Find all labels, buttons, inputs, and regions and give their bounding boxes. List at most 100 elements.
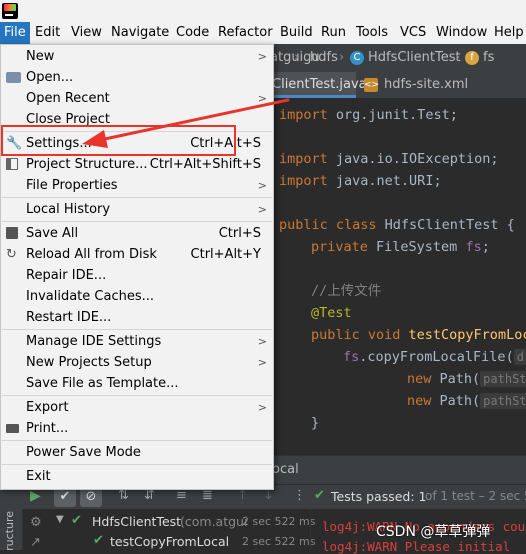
code-line: } [311, 415, 320, 431]
menu-vcs[interactable]: VCS [396, 22, 430, 44]
code-line: new Path(pathStr [407, 390, 526, 412]
run-panel: ructure ⚙ ↗ ▼ ✔ HdfsClientTest (com.atgu… [0, 509, 526, 554]
breadcrumb-separator-icon: › [339, 50, 345, 65]
submenu-arrow-icon: > [257, 179, 267, 192]
submenu-arrow-icon: > [257, 335, 267, 348]
code-annotation: @Test [311, 305, 352, 321]
show-passed-icon[interactable]: ✔ [54, 487, 76, 507]
breadcrumb-field[interactable]: fs [483, 50, 494, 65]
test-tree-child-time: 2 sec 522 ms [242, 535, 316, 548]
reload-icon: ↻ [6, 247, 17, 262]
pin-icon[interactable]: ⚙ [30, 515, 42, 530]
menu-item-reload[interactable]: ↻ Reload All from Disk Ctrl+Alt+Y [1, 244, 273, 265]
menu-item-new-projects-setup[interactable]: New Projects Setup > [1, 352, 273, 373]
menu-item-export[interactable]: Export > [1, 397, 273, 418]
class-icon: C [350, 51, 364, 65]
menu-item-repair-ide[interactable]: Repair IDE... [1, 265, 273, 286]
parameter-hint: d [513, 349, 526, 365]
show-ignored-icon[interactable]: ⊘ [80, 487, 102, 507]
submenu-arrow-icon: > [257, 356, 267, 369]
menu-item-print[interactable]: Print... [1, 418, 273, 439]
menu-bar: File Edit View Navigate Code Refactor Bu… [0, 22, 526, 45]
tab-run-local[interactable]: ocal [272, 462, 299, 477]
menu-item-manage-ide-settings[interactable]: Manage IDE Settings > [1, 331, 273, 352]
breadcrumb-hdfs[interactable]: hdfs [310, 50, 338, 65]
menu-navigate[interactable]: Navigate [107, 22, 173, 44]
submenu-arrow-icon: > [257, 50, 267, 63]
test-tree-root-package: (com.atgui [180, 514, 248, 529]
rerun-icon[interactable]: ▶ [30, 488, 41, 504]
title-bar [0, 0, 526, 22]
code-line: private FileSystem fs; [311, 239, 490, 255]
menu-item-save-all[interactable]: Save All Ctrl+S [1, 223, 273, 244]
menu-run[interactable]: Run [317, 22, 350, 44]
export-icon[interactable]: ↗ [30, 535, 41, 550]
menu-item-open[interactable]: Open... [1, 67, 273, 88]
menu-refactor[interactable]: Refactor [214, 22, 277, 44]
parameter-hint: pathStr [480, 371, 526, 387]
menu-help[interactable]: Help [490, 22, 526, 44]
menu-item-file-properties[interactable]: File Properties > [1, 175, 273, 196]
code-line: new Path(pathStr [407, 368, 526, 390]
breadcrumb-class[interactable]: HdfsClientTest [368, 50, 461, 65]
console-log-line: log4j:WARN Please initial [322, 539, 511, 554]
intellij-app-icon[interactable] [2, 3, 18, 19]
breadcrumb-separator-icon: › [294, 50, 300, 65]
menu-separator [2, 395, 272, 396]
code-line: fs.copyFromLocalFile(d [343, 346, 526, 368]
save-icon [6, 227, 18, 239]
test-settings-icon[interactable]: ⋮ [293, 488, 306, 503]
menu-item-new[interactable]: New > [1, 46, 273, 67]
menu-window[interactable]: Window [432, 22, 491, 44]
menu-build[interactable]: Build [276, 22, 317, 44]
menu-item-power-save-mode[interactable]: Power Save Mode [1, 442, 273, 463]
parameter-hint: pathStr [480, 393, 526, 409]
field-icon: f [465, 51, 479, 65]
tests-detail: of 1 test – 2 sec 5 [425, 489, 526, 503]
menu-tools[interactable]: Tools [352, 22, 392, 44]
submenu-arrow-icon: > [257, 203, 267, 216]
test-tree-child[interactable]: testCopyFromLocal [110, 534, 229, 549]
code-line: public class HdfsClientTest { [279, 217, 515, 233]
code-line: public void testCopyFromLoc [311, 327, 526, 343]
menu-item-save-as-template[interactable]: Save File as Template... [1, 373, 273, 394]
watermark: CSDN @草草弹弹 [376, 524, 491, 540]
menu-view[interactable]: View [67, 22, 106, 44]
submenu-arrow-icon: > [257, 401, 267, 414]
menu-separator [2, 221, 272, 222]
menu-item-exit[interactable]: Exit [1, 466, 273, 487]
tests-passed-status: Tests passed: 1 [331, 489, 427, 504]
menu-edit[interactable]: Edit [31, 22, 64, 44]
sort-duration-icon[interactable]: ⇵ [144, 488, 155, 503]
folder-icon [6, 72, 21, 83]
menu-item-invalidate-caches[interactable]: Invalidate Caches... [1, 286, 273, 307]
next-failed-icon[interactable]: ↓ [263, 488, 274, 503]
code-line: import java.net.URI; [279, 173, 442, 189]
menu-code[interactable]: Code [172, 22, 213, 44]
xml-file-icon: <> [364, 78, 380, 92]
pass-check-icon: ✔ [314, 488, 325, 503]
chevron-down-icon[interactable]: ▼ [56, 514, 64, 525]
menu-item-local-history[interactable]: Local History > [1, 199, 273, 220]
code-line: import java.io.IOException; [279, 151, 499, 167]
left-tool-strip: ructure [0, 509, 23, 551]
menu-item-restart-ide[interactable]: Restart IDE... [1, 307, 273, 328]
pass-check-icon: ✔ [93, 533, 104, 548]
sort-alpha-icon[interactable]: ⇅ [118, 488, 129, 503]
menu-separator [2, 329, 272, 330]
expand-all-icon[interactable]: ≡ [176, 488, 187, 503]
menu-separator [2, 464, 272, 465]
test-tree-root-time: 2 sec 522 ms [242, 515, 316, 528]
collapse-all-icon[interactable]: ≣ [202, 488, 213, 503]
previous-failed-icon[interactable]: ↑ [237, 488, 248, 503]
divider [310, 509, 311, 550]
pass-check-icon: ✔ [71, 513, 82, 528]
tab-hdfs-site-xml[interactable]: hdfs-site.xml [384, 72, 468, 98]
menu-file[interactable]: File [0, 22, 30, 44]
menu-separator [2, 197, 272, 198]
test-tree-root[interactable]: HdfsClientTest [92, 514, 181, 529]
breadcrumb-separator-icon: › [455, 50, 461, 65]
annotation-arrow-icon [82, 98, 290, 148]
printer-icon [6, 424, 19, 433]
structure-tool-tab[interactable]: ructure [3, 511, 16, 551]
